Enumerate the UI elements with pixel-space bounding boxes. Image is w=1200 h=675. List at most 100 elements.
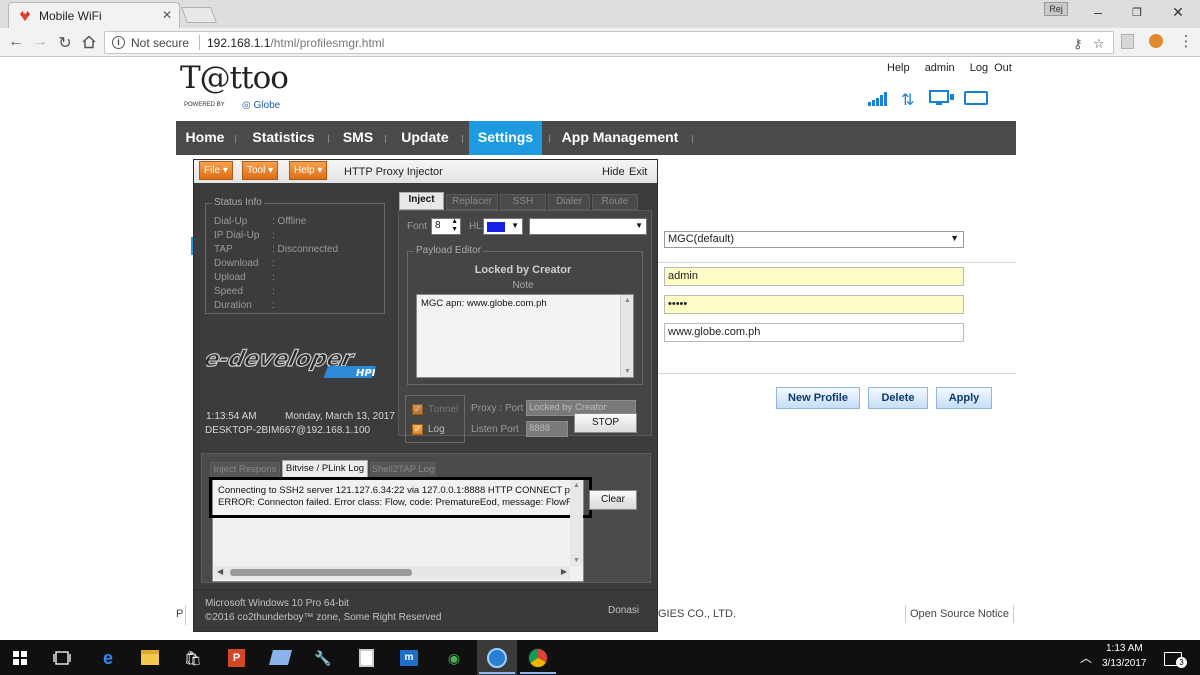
payload-textarea[interactable]: MGC apn: www.globe.com.ph ▲ ▼	[416, 294, 634, 378]
font-size-stepper[interactable]: 8 ▲ ▼	[431, 218, 461, 235]
scroll-thumb[interactable]	[230, 569, 412, 576]
task-view-icon[interactable]	[53, 651, 71, 665]
forward-icon[interactable]: →	[30, 33, 50, 51]
status-value: : Disconnected	[272, 244, 339, 255]
chrome-icon[interactable]	[528, 648, 548, 668]
stepper-arrows-icon[interactable]: ▲ ▼	[451, 218, 458, 234]
help-menu[interactable]: Help ▾	[289, 161, 328, 180]
globe-label: Globe	[253, 100, 281, 111]
file-menu[interactable]: File ▾	[199, 161, 233, 180]
network-tool-icon[interactable]: 🔧	[314, 649, 332, 667]
tunnel-checkbox[interactable]: ✓	[412, 404, 423, 415]
windows-start-icon[interactable]	[13, 651, 27, 665]
restore-icon[interactable]: ❐	[1127, 6, 1147, 19]
menu-kebab-icon[interactable]: ⋮	[1176, 32, 1196, 50]
scroll-up-icon[interactable]: ▲	[624, 297, 631, 304]
donate-link[interactable]: Donasi	[608, 605, 639, 616]
main-nav: Home Statistics SMS Update Settings App …	[176, 121, 1016, 155]
help-link[interactable]: Help	[887, 62, 910, 74]
username-field[interactable]: admin	[664, 267, 964, 286]
close-window-icon[interactable]: ✕	[1168, 4, 1188, 21]
delete-button[interactable]: Delete	[868, 387, 928, 409]
url-text[interactable]: 192.168.1.1/html/profilesmgr.html	[207, 36, 384, 50]
tab-ssh[interactable]: SSH	[500, 194, 546, 210]
taskbar-time[interactable]: 1:13 AM	[1106, 643, 1143, 654]
tab-route[interactable]: Route	[592, 194, 638, 210]
scroll-down-icon[interactable]: ▼	[624, 368, 631, 375]
edge-icon[interactable]: e	[99, 649, 117, 667]
footer-copyright: GIES CO., LTD.	[658, 608, 737, 620]
nav-home[interactable]: Home	[176, 121, 234, 155]
taskbar-date[interactable]: 3/13/2017	[1102, 658, 1147, 669]
store-icon[interactable]: 🛍	[184, 649, 202, 667]
scroll-left-icon[interactable]: ◀	[217, 567, 223, 576]
home-icon[interactable]	[82, 35, 96, 49]
banner-sub: HPI	[356, 368, 376, 379]
hide-button[interactable]: Hide	[602, 166, 625, 178]
log-horizontal-scrollbar[interactable]: ◀ ▶	[214, 566, 570, 579]
proxy-injector-taskbar-icon[interactable]	[487, 648, 507, 668]
action-center-icon[interactable]: 3	[1164, 652, 1187, 668]
logout-link[interactable]: Log Out	[970, 62, 1012, 74]
highlight-color-picker[interactable]: ▼	[483, 218, 523, 235]
tab-inject-response[interactable]: Inject Respons	[210, 462, 280, 478]
new-tab-button[interactable]	[181, 7, 217, 23]
status-value: :	[272, 286, 275, 297]
password-field[interactable]: •••••	[664, 295, 964, 314]
new-profile-button[interactable]: New Profile	[776, 387, 860, 409]
calculator-icon[interactable]	[359, 649, 374, 667]
minimize-icon[interactable]: –	[1088, 4, 1108, 20]
listen-port-field[interactable]: 8888	[526, 421, 568, 437]
tab-plink-log[interactable]: Bitvise / PLink Log	[282, 460, 368, 478]
scroll-up-icon[interactable]: ▲	[573, 482, 580, 489]
footer-fragment: P	[176, 605, 186, 625]
reload-icon[interactable]: ↻	[55, 33, 75, 53]
file-explorer-icon[interactable]	[141, 650, 159, 665]
status-label: Upload	[214, 272, 246, 283]
tab-dialer[interactable]: Dialer	[548, 194, 590, 210]
payload-scrollbar[interactable]: ▲ ▼	[620, 295, 633, 377]
exit-button[interactable]: Exit	[629, 166, 647, 178]
tool-menu[interactable]: Tool ▾	[242, 161, 279, 180]
profile-select[interactable]: MGC(default) ▼	[664, 231, 964, 248]
status-label: Dial-Up	[214, 216, 248, 227]
nav-sms[interactable]: SMS	[334, 121, 382, 155]
close-tab-icon[interactable]: ✕	[162, 8, 172, 22]
bookmark-star-icon[interactable]: ☆	[1093, 36, 1105, 52]
clear-log-button[interactable]: Clear	[589, 490, 637, 510]
scroll-down-icon[interactable]: ▼	[573, 557, 580, 564]
nav-statistics[interactable]: Statistics	[242, 121, 325, 155]
browser-tab[interactable]: Mobile WiFi ✕	[8, 2, 180, 28]
profile-badge[interactable]: Rej	[1044, 2, 1068, 16]
tab-inject[interactable]: Inject	[399, 192, 444, 210]
powerpoint-icon[interactable]: P	[228, 649, 245, 667]
apn-field[interactable]: www.globe.com.ph	[664, 323, 964, 342]
tab-replacer[interactable]: Replacer	[446, 194, 498, 210]
log-checkbox[interactable]: ✓	[412, 424, 423, 435]
nav-settings[interactable]: Settings	[469, 121, 542, 155]
nav-app-management[interactable]: App Management	[556, 121, 684, 155]
chevron-up-icon[interactable]: ︿	[1080, 649, 1092, 666]
not-secure-label: Not secure	[131, 36, 190, 50]
tab-shell2tap-log[interactable]: Shell2TAP Log	[370, 462, 436, 478]
address-bar[interactable]: i Not secure 192.168.1.1/html/profilesmg…	[104, 31, 1114, 54]
taskbar: e 🛍 P 🔧 m ◉ ︿ 1:13 AM 3/13/2017 3	[0, 640, 1200, 675]
apply-button[interactable]: Apply	[936, 387, 992, 409]
key-icon[interactable]: ⚷	[1073, 36, 1083, 52]
admin-link[interactable]: admin	[925, 62, 955, 74]
log-vertical-scrollbar[interactable]: ▲ ▼	[570, 480, 583, 566]
stop-button[interactable]: STOP	[574, 413, 637, 433]
extension-icon[interactable]	[1121, 34, 1134, 49]
nav-update[interactable]: Update	[392, 121, 458, 155]
data-transfer-icon: ⇅	[901, 92, 915, 109]
injector-copyright: ©2016 co2thunderboy™ zone, Some Right Re…	[205, 612, 442, 623]
info-icon[interactable]: i	[112, 36, 125, 49]
back-icon[interactable]: ←	[6, 33, 26, 51]
cookie-extension-icon[interactable]	[1149, 34, 1163, 48]
open-source-notice-link[interactable]: Open Source Notice	[905, 605, 1015, 623]
remote-app-icon[interactable]: m	[400, 650, 418, 666]
preset-select[interactable]: ▼	[529, 218, 647, 235]
scroll-right-icon[interactable]: ▶	[561, 567, 567, 576]
notepad-icon[interactable]	[268, 650, 293, 665]
earth-app-icon[interactable]: ◉	[445, 649, 463, 667]
